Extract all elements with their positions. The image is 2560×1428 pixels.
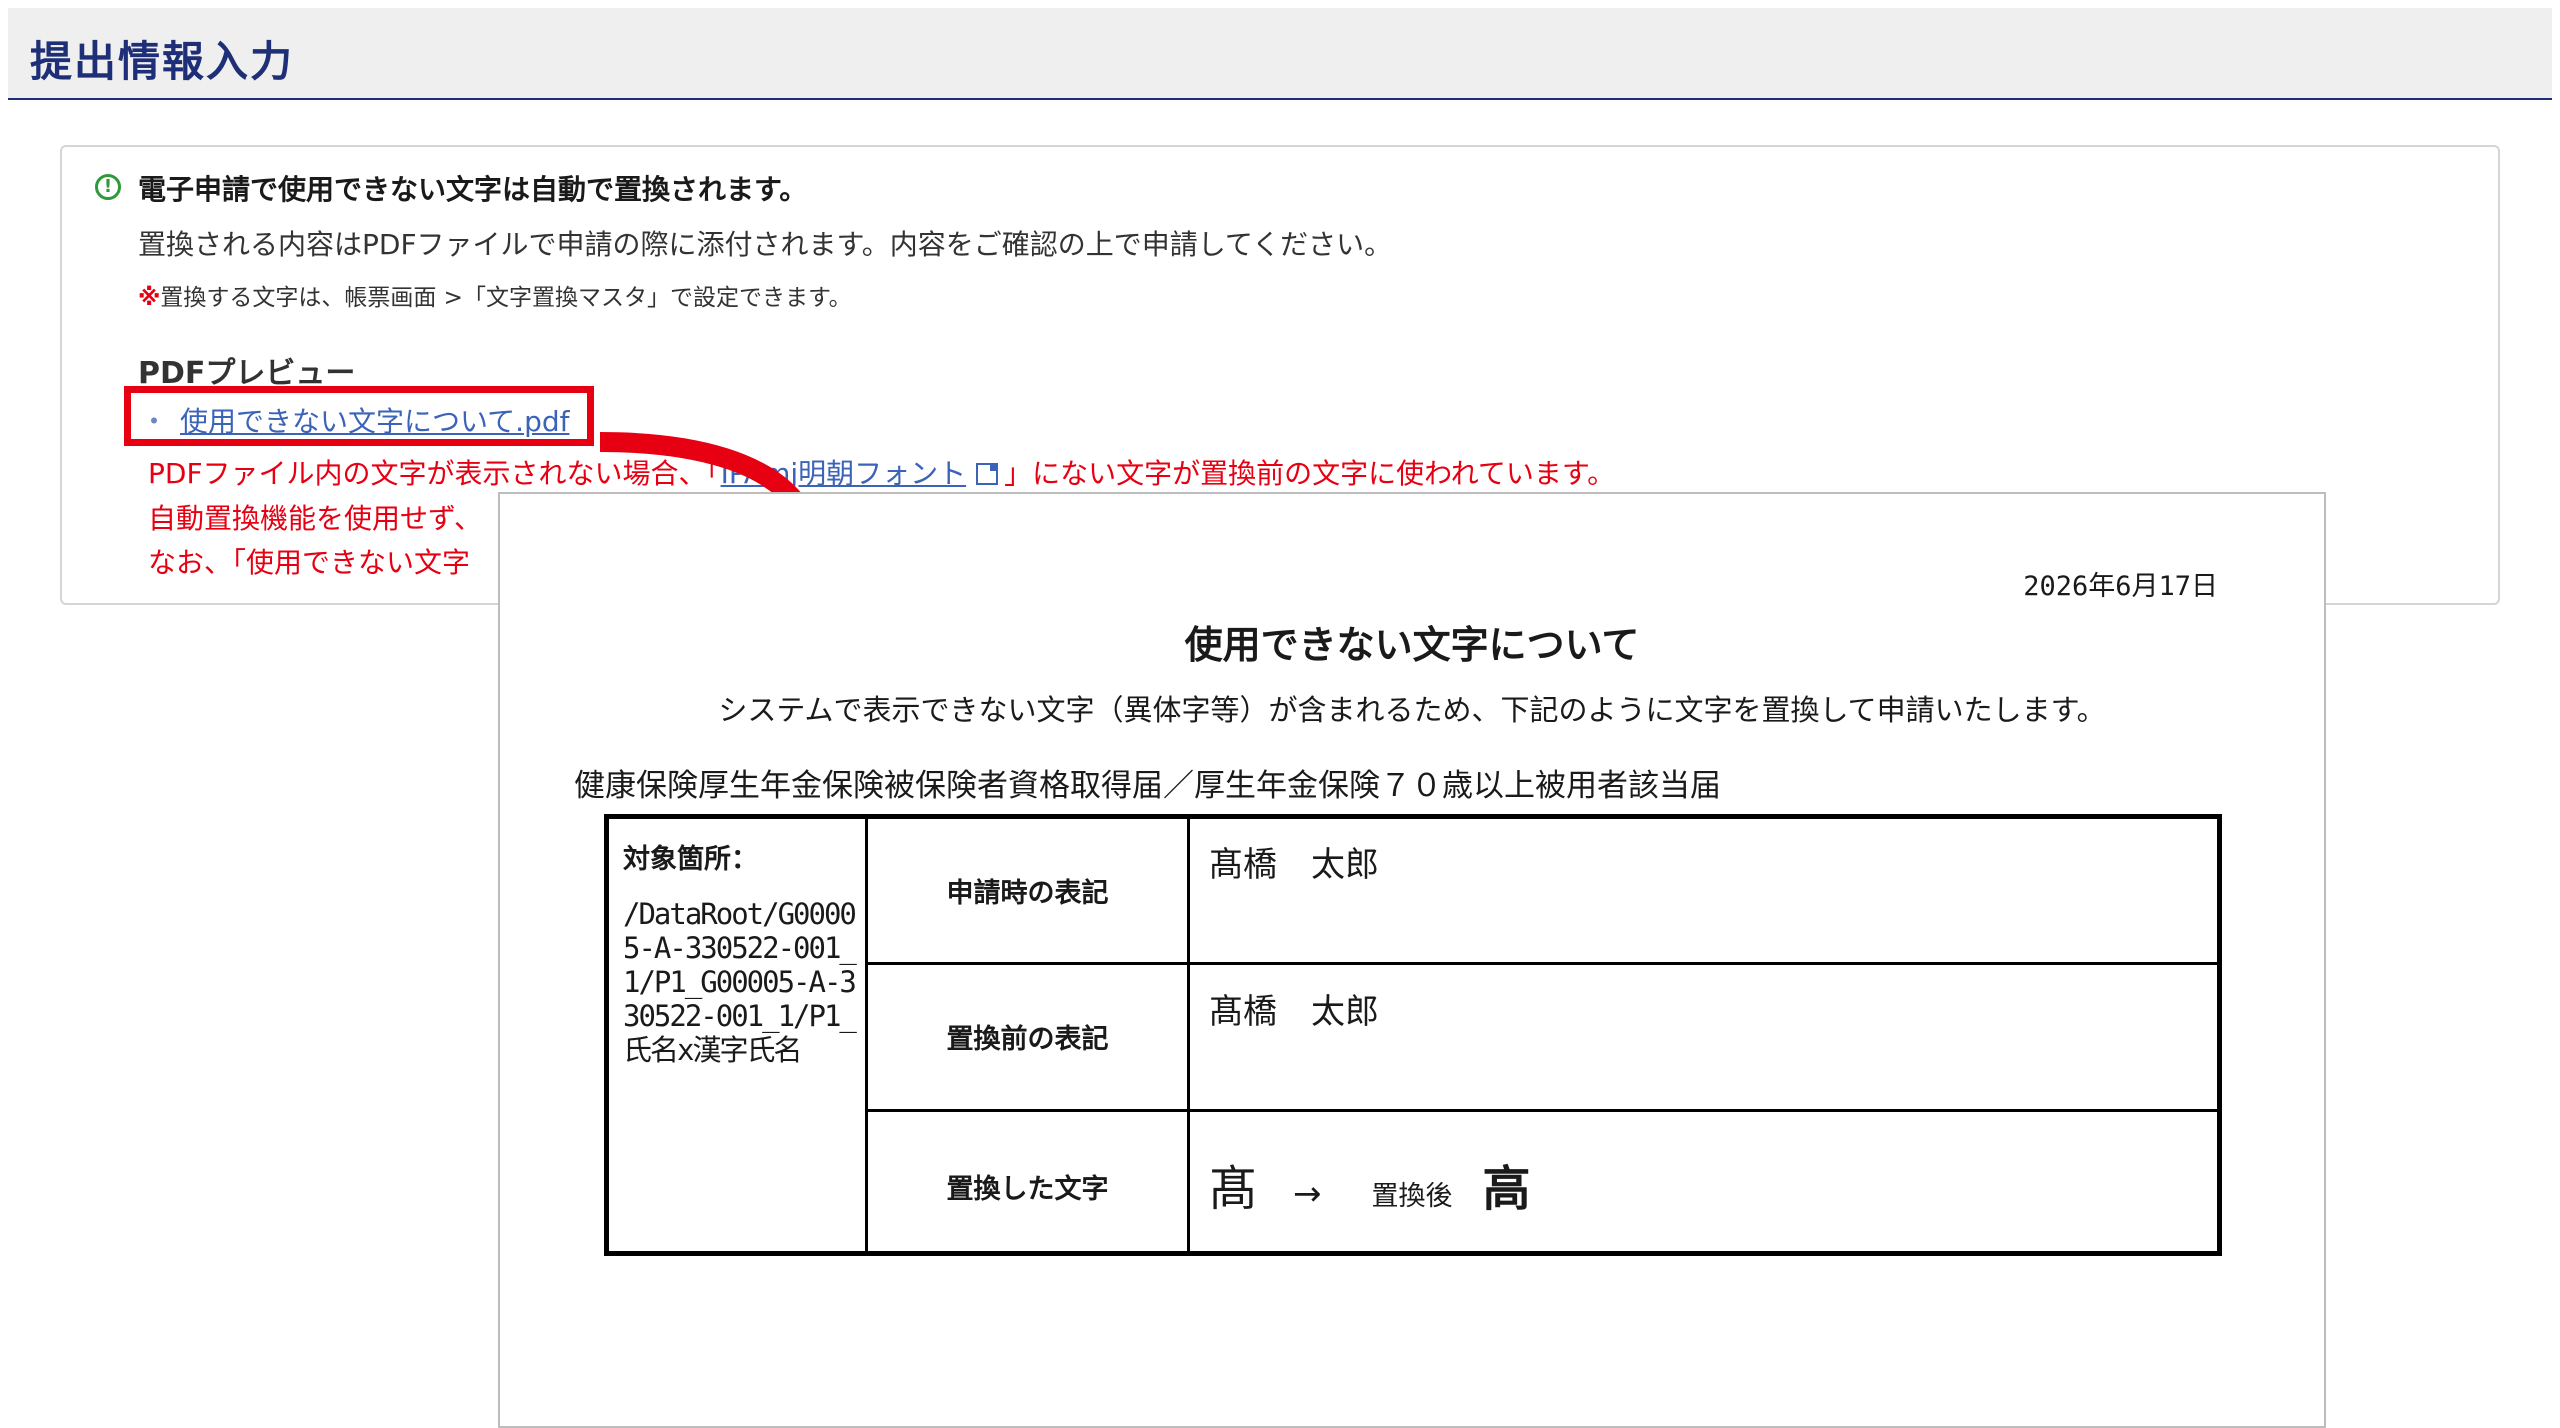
notice-body: 置換される内容はPDFファイルで申請の際に添付されます。内容をご確認の上で申請し… xyxy=(138,228,1393,261)
external-link-icon xyxy=(976,463,999,485)
row-value-applied: 髙橋 太郎 xyxy=(1209,845,1379,885)
after-label: 置換後 xyxy=(1371,1181,1453,1212)
table-divider xyxy=(865,1109,2217,1112)
highlight-box xyxy=(124,386,594,446)
document-date: 2026年6月17日 xyxy=(2023,571,2218,602)
warning-line-1: PDFファイル内の文字が表示されない場合、「IPAmj明朝フォント 」にない文字が… xyxy=(148,457,1616,490)
replacement-table: 対象箇所： /DataRoot/G00005-A-330522-001_1/P1… xyxy=(604,814,2222,1256)
arrow-right-icon: → xyxy=(1293,1174,1322,1214)
row-label-replaced: 置換した文字 xyxy=(946,1174,1109,1205)
warning-line-3: なお、「使用できない文字 xyxy=(148,546,471,579)
document-form-name: 健康保険厚生年金保険被保険者資格取得届／厚生年金保険７０歳以上被用者該当届 xyxy=(574,768,1721,804)
target-path: /DataRoot/G00005-A-330522-001_1/P1_G0000… xyxy=(623,897,857,1067)
char-before: 髙 xyxy=(1209,1161,1258,1217)
table-divider xyxy=(1187,819,1190,1251)
note-mark: ※ xyxy=(138,285,161,311)
row-label-before: 置換前の表記 xyxy=(946,1024,1109,1055)
pdf-preview: 2026年6月17日 使用できない文字について システムで表示できない文字（異体… xyxy=(498,492,2326,1428)
row-value-replaced: 髙 → 置換後高 xyxy=(1209,1149,1531,1219)
info-circle-icon: ! xyxy=(95,174,121,200)
page-title: 提出情報入力 xyxy=(30,37,295,86)
page-header: 提出情報入力 xyxy=(8,8,2552,100)
table-divider xyxy=(865,962,2217,965)
row-label-applied: 申請時の表記 xyxy=(946,878,1109,909)
char-after: 高 xyxy=(1482,1161,1531,1217)
row-value-before: 髙橋 太郎 xyxy=(1209,992,1379,1032)
warning-line-2: 自動置換機能を使用せず、 xyxy=(148,502,483,535)
target-label: 対象箇所： xyxy=(623,844,758,875)
replacement-note: ※置換する文字は、帳票画面 >「文字置換マスタ」で設定できます。 xyxy=(138,278,852,312)
note-text: 置換する文字は、帳票画面 >「文字置換マスタ」で設定できます。 xyxy=(160,285,852,311)
document-intro: システムで表示できない文字（異体字等）が含まれるため、下記のように文字を置換して… xyxy=(718,693,2106,727)
document-title: 使用できない文字について xyxy=(1184,623,1640,667)
notice-title: 電子申請で使用できない文字は自動で置換されます。 xyxy=(138,173,808,206)
